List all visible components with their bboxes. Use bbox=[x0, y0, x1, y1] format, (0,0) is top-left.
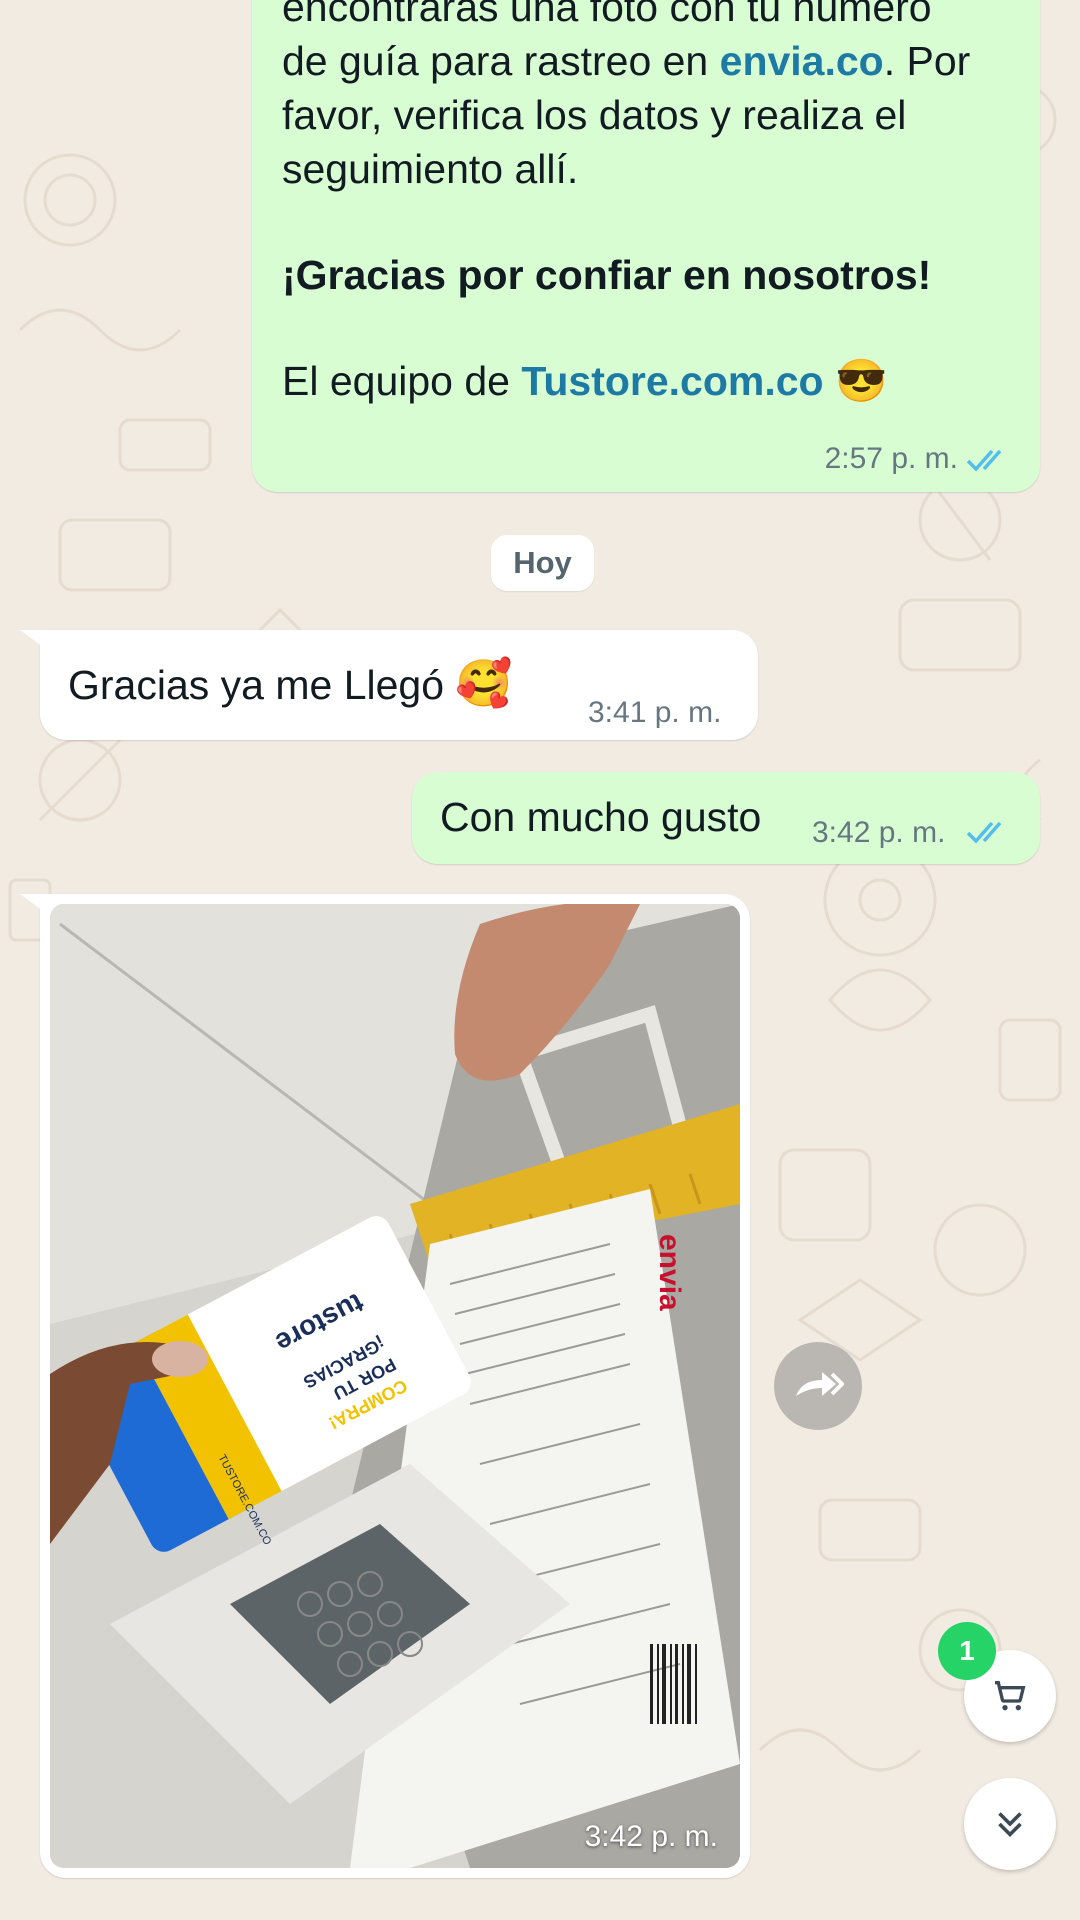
received-photo[interactable]: envia tustore ¡GRACIAS POR TU COMPRA! TU… bbox=[50, 904, 740, 1868]
message-text: Gracias ya me Llegó bbox=[68, 662, 445, 708]
thanks-text: ¡Gracias por confiar en nosotros! bbox=[282, 252, 932, 298]
tracking-link[interactable]: envia.co bbox=[720, 38, 884, 84]
scroll-to-bottom-button[interactable] bbox=[964, 1778, 1056, 1870]
message-time: 3:41 p. m. bbox=[588, 696, 722, 729]
message-time: 3:42 p. m. bbox=[812, 816, 946, 849]
forward-button[interactable] bbox=[774, 1342, 862, 1430]
message-text-line: de guía para rastreo en envia.co. Por bbox=[282, 34, 1022, 88]
incoming-message-bubble[interactable]: Gracias ya me Llegó 🥰 3:41 p. m. bbox=[20, 630, 758, 740]
message-text-line: seguimiento allí. bbox=[282, 146, 579, 192]
forward-icon bbox=[796, 1372, 844, 1396]
smiling-hearts-emoji-icon: 🥰 bbox=[455, 657, 513, 709]
read-receipt-icon bbox=[966, 821, 1002, 844]
double-chevron-down-icon bbox=[998, 1812, 1022, 1838]
message-text: de guía para rastreo en bbox=[282, 38, 720, 84]
bubble-tail bbox=[20, 894, 50, 916]
cart-icon bbox=[995, 1681, 1026, 1711]
message-text-line: encontrarás una foto con tu número bbox=[282, 0, 932, 30]
signature-line: El equipo de Tustore.com.co 😎 bbox=[282, 354, 1022, 408]
outgoing-message-bubble[interactable]: encontrarás una foto con tu número de gu… bbox=[252, 0, 1040, 492]
read-receipt-icon bbox=[966, 449, 1002, 472]
envia-logo: envia bbox=[653, 1234, 686, 1311]
bubble-tail bbox=[20, 630, 50, 652]
sunglasses-emoji-icon: 😎 bbox=[835, 357, 888, 404]
message-time: 3:42 p. m. bbox=[584, 1820, 718, 1853]
message-text: Con mucho gusto bbox=[440, 794, 762, 840]
store-link[interactable]: Tustore.com.co bbox=[521, 358, 823, 404]
date-separator: Hoy bbox=[491, 535, 594, 591]
message-text: El equipo de bbox=[282, 358, 522, 404]
message-text-line: favor, verifica los datos y realiza el bbox=[282, 92, 907, 138]
message-text: . Por bbox=[883, 38, 971, 84]
cart-count-badge: 1 bbox=[938, 1622, 996, 1680]
photo-content: envia tustore ¡GRACIAS POR TU COMPRA! TU… bbox=[50, 904, 740, 1868]
outgoing-message-bubble[interactable]: Con mucho gusto 3:42 p. m. bbox=[412, 772, 1040, 864]
message-time: 2:57 p. m. bbox=[824, 442, 958, 475]
